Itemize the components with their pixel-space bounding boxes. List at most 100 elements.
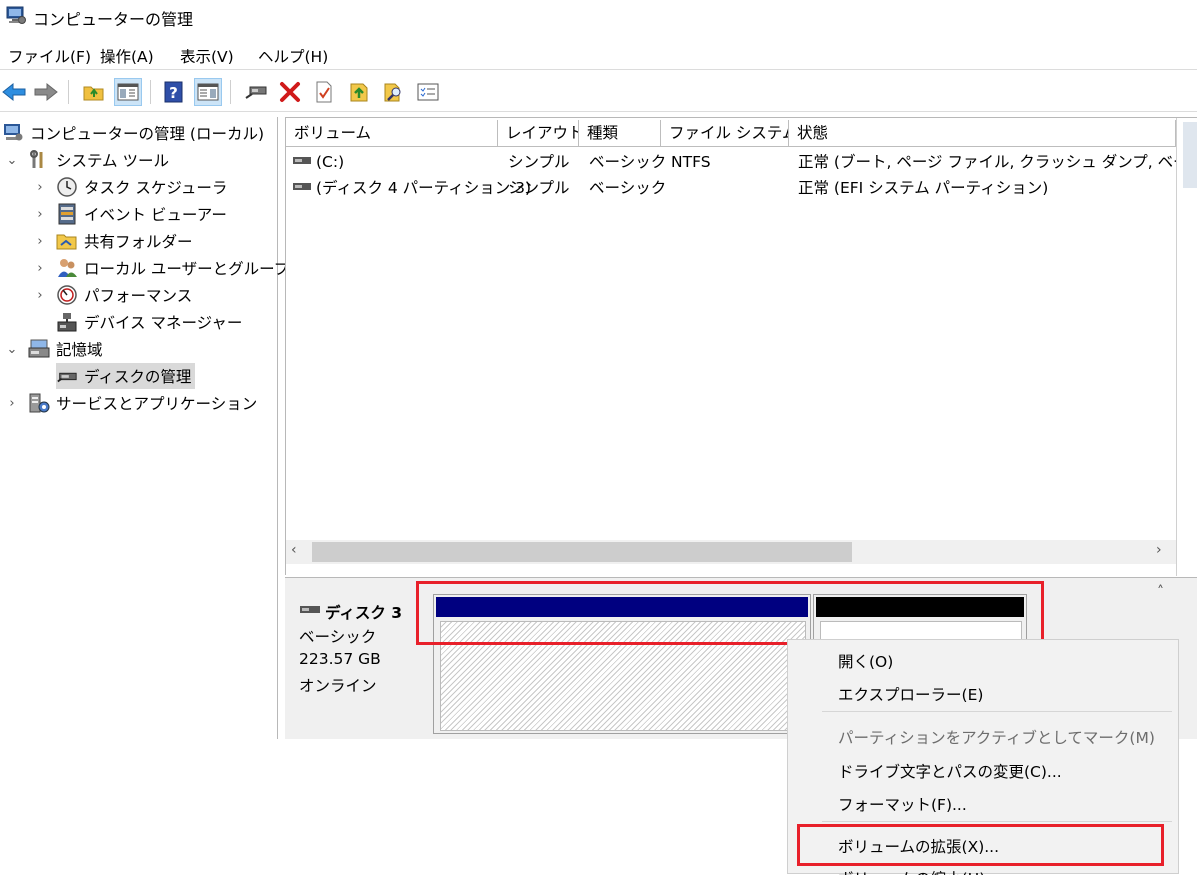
tree-item-device-manager[interactable]: デバイス マネージャー	[56, 309, 242, 335]
disk-icon	[299, 602, 321, 620]
chevron-right-icon[interactable]: ›	[32, 234, 48, 249]
tree-label: イベント ビューアー	[84, 206, 227, 224]
users-icon	[56, 258, 78, 278]
services-icon	[28, 393, 50, 413]
tree-label: デバイス マネージャー	[84, 314, 243, 332]
properties-icon[interactable]	[310, 78, 338, 106]
column-header-volume[interactable]: ボリューム	[286, 120, 498, 147]
menu-item-change-drive-letter[interactable]: ドライブ文字とパスの変更(C)...	[838, 760, 1062, 782]
tree-item-shared-folders[interactable]: › 共有フォルダー	[32, 228, 193, 254]
chevron-right-icon[interactable]: ›	[32, 180, 48, 195]
toolbar-separator	[68, 80, 69, 104]
menu-separator	[822, 821, 1172, 822]
horizontal-scrollbar[interactable]: ‹ ›	[286, 540, 1176, 564]
volume-drive-icon	[292, 153, 312, 173]
tree-item-performance[interactable]: › パフォーマンス	[32, 282, 192, 308]
scroll-up-icon[interactable]: ˄	[1157, 584, 1164, 600]
toolbar-separator	[230, 80, 231, 104]
tree-item-task-scheduler[interactable]: › タスク スケジューラ	[32, 174, 227, 200]
menu-item-open[interactable]: 開く(O)	[838, 650, 893, 672]
forward-arrow-icon[interactable]	[32, 78, 60, 106]
chevron-down-icon[interactable]: ⌄	[4, 153, 20, 168]
disk-size: 223.57 GB	[299, 650, 381, 668]
back-arrow-icon[interactable]	[0, 78, 28, 106]
menu-help[interactable]: ヘルプ(H)	[258, 45, 328, 67]
scroll-right-icon[interactable]: ›	[1156, 542, 1162, 558]
cell-layout: シンプル	[508, 153, 570, 171]
vertical-scrollbar[interactable]	[1176, 118, 1197, 576]
cell-status: 正常 (ブート, ページ ファイル, クラッシュ ダンプ, ベーシック デ	[798, 153, 1176, 171]
menu-item-format[interactable]: フォーマット(F)...	[838, 793, 967, 815]
disk-management-icon	[56, 366, 78, 386]
tree-label: システム ツール	[56, 152, 169, 170]
device-manager-icon	[56, 312, 78, 332]
tree-item-system-tools[interactable]: ⌄ システム ツール	[4, 147, 169, 173]
search-icon[interactable]	[380, 78, 408, 106]
scrollbar-thumb[interactable]	[1183, 122, 1197, 188]
toolbar-separator	[150, 80, 151, 104]
menu-bar: ファイル(F) 操作(A) 表示(V) ヘルプ(H)	[0, 40, 1197, 70]
chevron-right-icon[interactable]: ›	[32, 288, 48, 303]
tree-item-root[interactable]: コンピューターの管理 (ローカル)	[2, 120, 264, 146]
volume-list: ボリューム レイアウト 種類 ファイル システム 状態 (C:) シンプル ベー…	[285, 117, 1197, 576]
column-header-layout[interactable]: レイアウト	[498, 120, 579, 147]
tree-label: ディスクの管理	[84, 368, 192, 386]
show-hide-action-pane-icon[interactable]	[194, 78, 222, 106]
tree-item-local-users[interactable]: › ローカル ユーザーとグループ	[32, 255, 289, 281]
cell-status: 正常 (EFI システム パーティション)	[798, 179, 1049, 197]
menu-item-mark-active: パーティションをアクティブとしてマーク(M)	[838, 729, 1155, 747]
import-icon[interactable]	[346, 78, 374, 106]
toolbar: ?	[0, 72, 1197, 112]
tree-label: タスク スケジューラ	[84, 179, 228, 197]
computer-management-icon	[2, 123, 24, 143]
svg-text:?: ?	[169, 84, 178, 102]
tree-label: サービスとアプリケーション	[56, 395, 258, 413]
tree-item-storage[interactable]: ⌄ 記憶域	[4, 336, 103, 362]
chevron-right-icon[interactable]: ›	[32, 261, 48, 276]
scroll-left-icon[interactable]: ‹	[291, 542, 297, 558]
scrollbar-thumb[interactable]	[312, 542, 852, 562]
chevron-right-icon[interactable]: ›	[4, 396, 20, 411]
tree-label: 記憶域	[56, 341, 103, 359]
shared-folder-icon	[56, 231, 78, 251]
tree-label: コンピューターの管理 (ローカル)	[30, 125, 265, 143]
tree-item-disk-management[interactable]: ディスクの管理	[56, 363, 196, 389]
chevron-right-icon[interactable]: ›	[32, 207, 48, 222]
column-header-status[interactable]: 状態	[789, 120, 1176, 147]
column-header-type[interactable]: 種類	[579, 120, 661, 147]
highlight-extend-volume	[797, 824, 1164, 866]
show-hide-tree-icon[interactable]	[114, 78, 142, 106]
title-bar: コンピューターの管理	[0, 0, 1197, 36]
cell-type: ベーシック	[589, 153, 667, 171]
tools-icon	[28, 150, 50, 170]
up-folder-icon[interactable]	[80, 78, 108, 106]
volume-drive-icon	[292, 179, 312, 199]
menu-file[interactable]: ファイル(F)	[8, 45, 91, 67]
tree-item-event-viewer[interactable]: › イベント ビューアー	[32, 201, 227, 227]
clock-icon	[56, 177, 78, 197]
delete-icon[interactable]	[276, 78, 304, 106]
event-viewer-icon	[56, 203, 78, 225]
tree-label: 共有フォルダー	[84, 233, 193, 251]
tree-label: パフォーマンス	[84, 287, 193, 305]
storage-icon	[28, 339, 50, 359]
disk-kind: ベーシック	[299, 628, 377, 646]
cell-filesystem: NTFS	[671, 153, 711, 171]
menu-item-explorer[interactable]: エクスプローラー(E)	[838, 683, 983, 705]
tree-item-services-apps[interactable]: › サービスとアプリケーション	[4, 390, 257, 416]
cell-volume: (ディスク 4 パーティション 3)	[316, 179, 532, 197]
help-icon[interactable]: ?	[160, 78, 188, 106]
menu-action[interactable]: 操作(A)	[100, 45, 154, 67]
menu-view[interactable]: 表示(V)	[180, 45, 234, 67]
cell-volume: (C:)	[316, 153, 345, 171]
tree-label: ローカル ユーザーとグループ	[84, 260, 290, 278]
connect-drive-icon[interactable]	[242, 78, 270, 106]
disk-name: ディスク 3	[325, 604, 403, 622]
list-icon[interactable]	[414, 78, 442, 106]
navigation-tree: コンピューターの管理 (ローカル) ⌄ システム ツール › タスク スケジュー…	[0, 117, 289, 739]
menu-separator	[822, 711, 1172, 712]
chevron-down-icon[interactable]: ⌄	[4, 342, 20, 357]
performance-icon	[56, 285, 78, 305]
column-header-filesystem[interactable]: ファイル システム	[661, 120, 789, 147]
cell-type: ベーシック	[589, 179, 667, 197]
